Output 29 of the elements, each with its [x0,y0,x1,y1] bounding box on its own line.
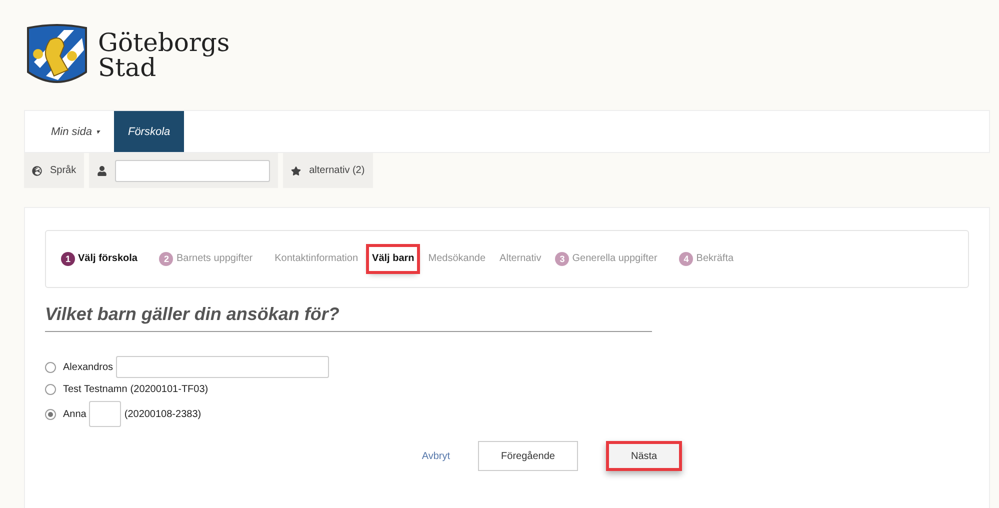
alternatives-link[interactable]: alternativ (2) [309,165,365,176]
previous-button[interactable]: Föregående [478,441,578,471]
nav-tab[interactable]: Förskola [114,111,184,152]
user-field[interactable] [115,160,270,182]
name-field[interactable] [116,356,330,378]
child-name: Test Testnamn [63,384,128,395]
name-field[interactable] [89,401,122,427]
radio-button[interactable] [45,362,56,372]
wizard-step[interactable]: 1 Välj förskola [61,252,138,266]
radio-button[interactable] [45,384,56,395]
globe-icon [32,166,42,176]
user-icon [97,166,108,176]
step-number: 2 [159,252,174,266]
language-link[interactable]: Språk [50,165,76,176]
child-name: Alexandros [63,362,114,372]
wizard-step[interactable]: Välj barn [372,253,414,265]
child-id: (20200108-2383) [124,408,202,420]
logo-text: Göteborgs [98,30,230,55]
logo-text: Stad [98,55,156,80]
child-id: (20200101-TF03) [130,384,208,395]
step-number: 4 [679,252,694,266]
radio-button[interactable] [45,408,56,420]
child-name: Anna [63,408,86,420]
question-heading: Vilket barn gäller din ansökan för? [45,304,652,332]
step-number: 1 [61,252,75,266]
step-number: 3 [555,252,570,266]
next-button[interactable]: Nästa [606,441,682,471]
cancel-link[interactable]: Avbryt [422,450,450,462]
star-icon [291,166,302,176]
